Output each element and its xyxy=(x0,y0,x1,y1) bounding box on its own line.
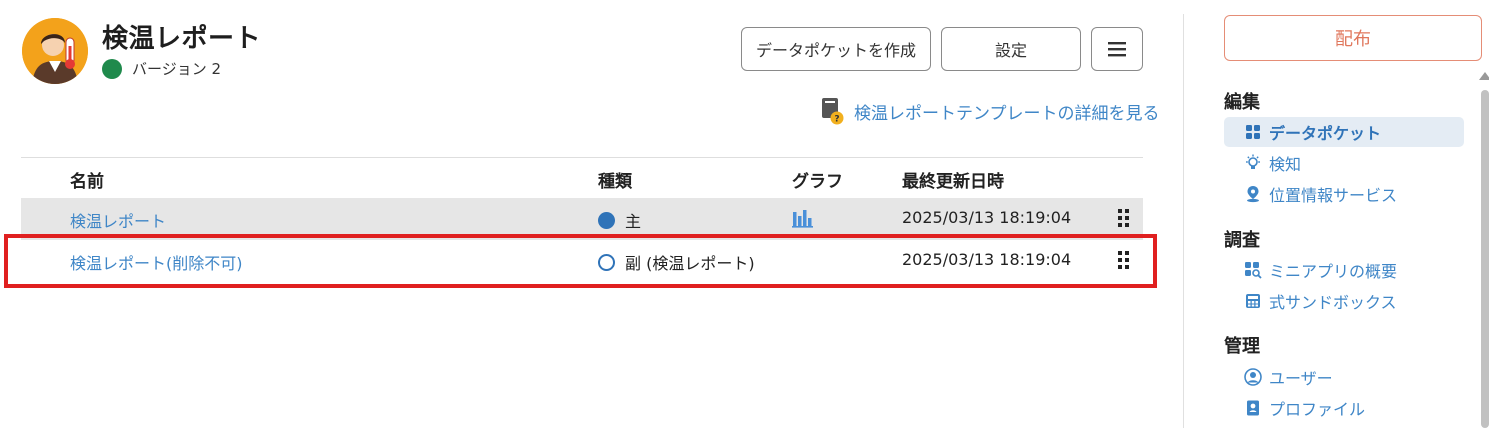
sidebar-item-users[interactable]: ユーザー xyxy=(1224,362,1464,392)
row-name-link[interactable]: 検温レポート xyxy=(70,208,166,232)
grid-icon xyxy=(1246,125,1260,139)
sidebar-item-profile[interactable]: プロファイル xyxy=(1224,393,1464,423)
sidebar-scrollbar[interactable] xyxy=(1481,90,1489,428)
sidebar-section-manage: 管理 xyxy=(1224,336,1260,357)
app-title: 検温レポート xyxy=(102,24,262,54)
bulb-icon xyxy=(1246,154,1260,169)
sidebar-item-location-service[interactable]: 位置情報サービス xyxy=(1224,179,1464,209)
sidebar-item-label: プロファイル xyxy=(1269,400,1366,419)
template-details-link-label: 検温レポートテンプレートの詳細を見る xyxy=(854,103,1160,124)
sidebar-section-investigate: 調査 xyxy=(1224,230,1260,251)
scroll-up-arrow[interactable] xyxy=(1479,72,1489,80)
version-label: バージョン 2 xyxy=(132,60,222,78)
hamburger-icon xyxy=(1108,42,1126,57)
calculator-icon xyxy=(1246,294,1260,308)
sidebar-section-edit: 編集 xyxy=(1224,92,1260,113)
profile-icon xyxy=(1247,400,1259,416)
sidebar-item-label: 検知 xyxy=(1269,155,1302,174)
drag-handle-icon[interactable] xyxy=(1117,208,1131,232)
create-data-pocket-button[interactable]: データポケットを作成 xyxy=(741,27,931,71)
column-header-graph: グラフ xyxy=(792,172,843,192)
column-header-name: 名前 xyxy=(70,172,104,192)
sidebar-item-detection[interactable]: 検知 xyxy=(1224,148,1464,178)
app-root: 検温レポート バージョン 2 データポケットを作成 設定 ? 検温レポートテンプ… xyxy=(0,0,1489,428)
sidebar-item-label: 位置情報サービス xyxy=(1269,186,1398,205)
sidebar-item-mini-app-overview[interactable]: ミニアプリの概要 xyxy=(1224,255,1464,285)
primary-kind-icon xyxy=(598,211,615,229)
sidebar-item-label: データポケット xyxy=(1269,124,1382,143)
sidebar-item-label: ユーザー xyxy=(1269,369,1333,388)
template-details-link[interactable]: ? 検温レポートテンプレートの詳細を見る xyxy=(820,96,1160,126)
app-avatar-icon xyxy=(22,18,88,84)
sidebar-divider xyxy=(1183,14,1184,428)
version-indicator: バージョン 2 xyxy=(102,58,221,79)
sidebar-item-expression-sandbox[interactable]: 式サンドボックス xyxy=(1224,286,1464,316)
distribute-button[interactable]: 配布 xyxy=(1224,15,1482,61)
table-divider xyxy=(21,157,1143,158)
sidebar-item-label: 式サンドボックス xyxy=(1269,293,1397,312)
grid-search-icon xyxy=(1245,262,1262,279)
settings-button[interactable]: 設定 xyxy=(941,27,1081,71)
highlight-box xyxy=(4,234,1157,288)
bar-chart-icon[interactable] xyxy=(792,208,814,232)
menu-button[interactable] xyxy=(1091,27,1143,71)
version-status-dot xyxy=(102,58,122,79)
column-header-updated: 最終更新日時 xyxy=(902,172,1004,192)
sidebar-item-label: ミニアプリの概要 xyxy=(1269,262,1398,281)
book-help-icon: ? xyxy=(822,98,844,125)
svg-text:?: ? xyxy=(834,115,839,125)
user-circle-icon xyxy=(1244,368,1262,386)
row-kind-label: 主 xyxy=(625,212,642,231)
sidebar-item-data-pocket[interactable]: データポケット xyxy=(1224,117,1464,147)
location-icon xyxy=(1247,186,1259,203)
row-updated: 2025/03/13 18:19:04 xyxy=(902,208,1072,227)
row-kind: 主 xyxy=(598,208,641,232)
column-header-kind: 種類 xyxy=(598,172,632,192)
